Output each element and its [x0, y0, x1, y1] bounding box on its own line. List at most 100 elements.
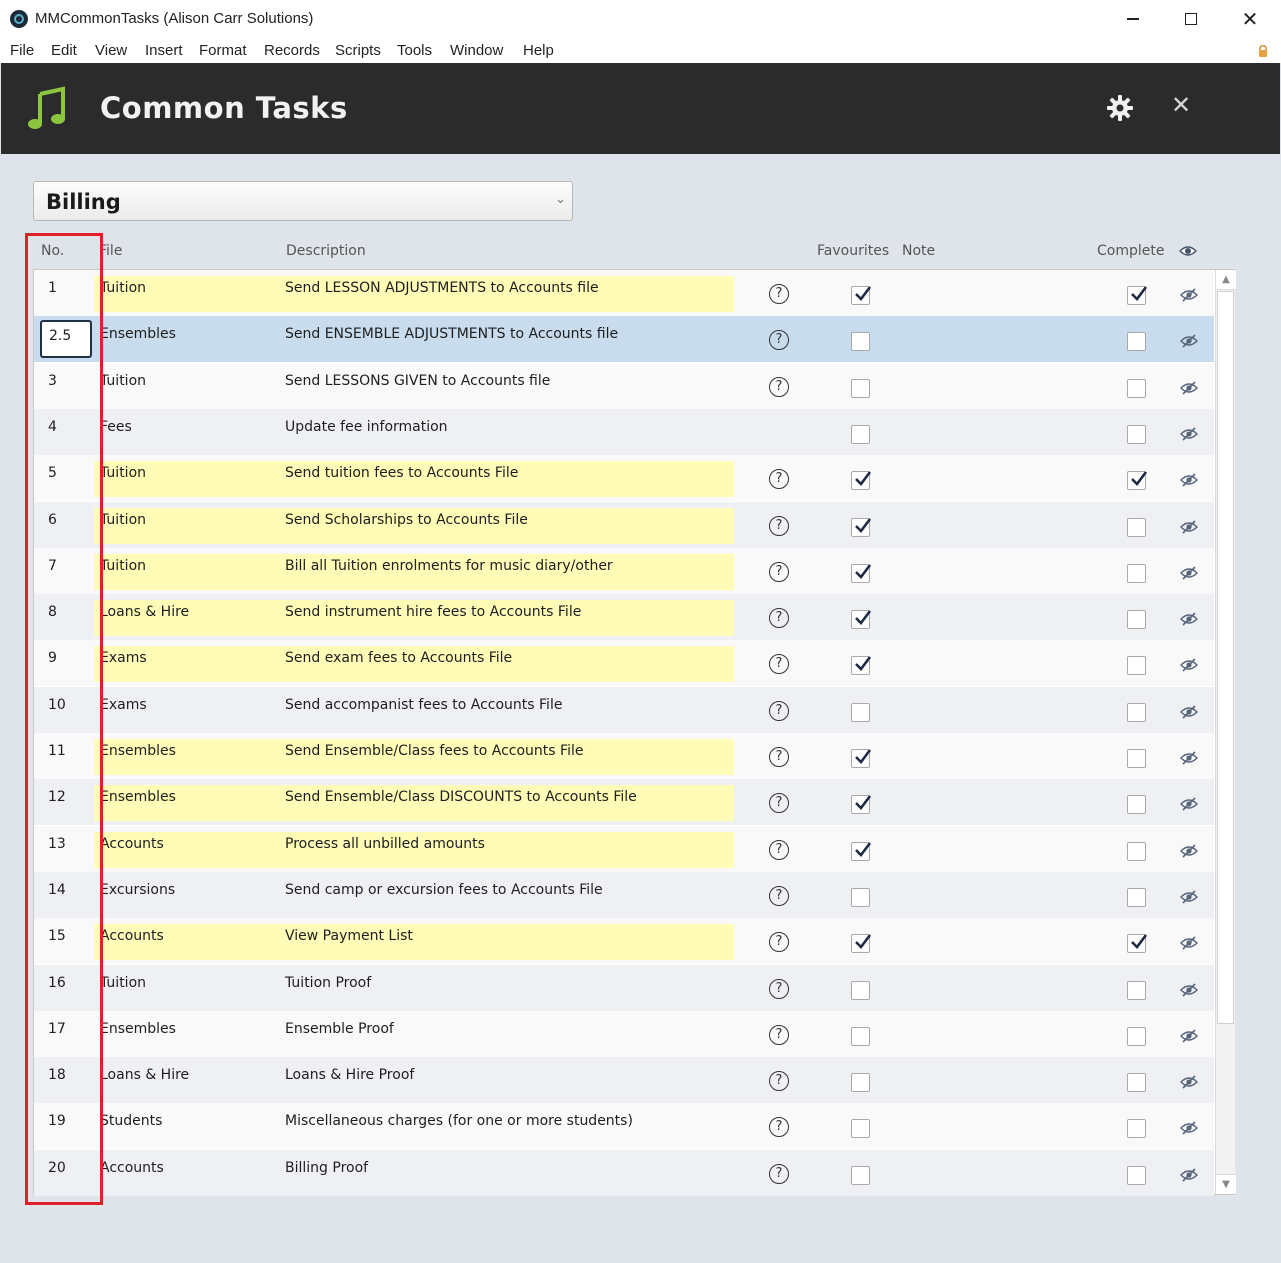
row-number[interactable]: 3	[48, 373, 57, 389]
row-number[interactable]: 9	[48, 650, 57, 666]
eye-slash-icon[interactable]	[1179, 750, 1199, 766]
menu-format[interactable]: Format	[199, 42, 247, 59]
table-row[interactable]: 1 Tuition Send LESSON ADJUSTMENTS to Accou…	[34, 270, 1214, 316]
favourite-checkbox[interactable]	[851, 887, 870, 907]
complete-checkbox[interactable]	[1127, 471, 1148, 491]
help-circle-icon[interactable]: ?	[769, 793, 789, 814]
table-row[interactable]: 15 Accounts View Payment List?	[34, 918, 1214, 965]
help-circle-icon[interactable]: ?	[769, 376, 789, 397]
eye-icon[interactable]	[1179, 244, 1197, 258]
gear-icon[interactable]	[1106, 94, 1134, 122]
row-description[interactable]: Miscellaneous charges (for one or more s…	[285, 1113, 633, 1129]
help-circle-icon[interactable]: ?	[769, 515, 789, 536]
complete-checkbox[interactable]	[1127, 563, 1146, 583]
scroll-down-icon[interactable]: ▼	[1216, 1174, 1236, 1194]
row-description[interactable]: Send Ensemble/Class fees to Accounts Fil…	[285, 743, 583, 759]
favourite-checkbox[interactable]	[851, 1073, 870, 1093]
favourite-checkbox[interactable]	[851, 934, 872, 954]
menu-help[interactable]: Help	[523, 42, 554, 59]
complete-checkbox[interactable]	[1127, 980, 1146, 1000]
menu-window[interactable]: Window	[450, 42, 503, 59]
row-description[interactable]: Send tuition fees to Accounts File	[285, 465, 518, 481]
favourite-checkbox[interactable]	[851, 702, 870, 722]
menu-file[interactable]: File	[10, 42, 34, 59]
favourite-checkbox[interactable]	[851, 795, 872, 815]
favourite-checkbox[interactable]	[851, 563, 872, 583]
scroll-thumb[interactable]	[1217, 291, 1234, 1024]
table-row[interactable]: 16 Tuition Tuition Proof?	[34, 964, 1214, 1011]
eye-slash-icon[interactable]	[1179, 1028, 1199, 1044]
row-number[interactable]: 17	[48, 1021, 66, 1037]
help-circle-icon[interactable]: ?	[769, 469, 789, 490]
eye-slash-icon[interactable]	[1179, 426, 1199, 442]
row-description[interactable]: Send LESSONS GIVEN to Accounts file	[285, 373, 550, 389]
category-select[interactable]: Billing ⌄	[33, 181, 573, 221]
menu-edit[interactable]: Edit	[51, 42, 77, 59]
row-number[interactable]: 4	[48, 419, 57, 435]
favourite-checkbox[interactable]	[851, 1119, 870, 1139]
favourite-checkbox[interactable]	[851, 749, 872, 768]
eye-slash-icon[interactable]	[1179, 889, 1199, 905]
favourite-checkbox[interactable]	[851, 517, 872, 537]
complete-checkbox[interactable]	[1127, 424, 1146, 444]
table-row[interactable]: 3 Tuition Send LESSONS GIVEN to Accounts f…	[34, 362, 1214, 409]
favourite-checkbox[interactable]	[851, 1165, 870, 1185]
complete-checkbox[interactable]	[1127, 887, 1146, 907]
menu-tools[interactable]: Tools	[397, 42, 432, 59]
column-header-complete[interactable]: Complete	[1097, 243, 1164, 259]
complete-checkbox[interactable]	[1127, 656, 1146, 676]
complete-checkbox[interactable]	[1127, 610, 1146, 630]
complete-checkbox[interactable]	[1127, 286, 1148, 305]
row-description[interactable]: Send exam fees to Accounts File	[285, 650, 512, 666]
help-circle-icon[interactable]: ?	[769, 608, 789, 629]
column-header-favourites[interactable]: Favourites	[817, 243, 889, 259]
eye-slash-icon[interactable]	[1179, 982, 1199, 998]
close-icon[interactable]: ✕	[1171, 93, 1191, 117]
complete-checkbox[interactable]	[1127, 378, 1146, 398]
row-description[interactable]: Send Ensemble/Class DISCOUNTS to Account…	[285, 789, 637, 805]
eye-slash-icon[interactable]	[1179, 657, 1199, 673]
eye-slash-icon[interactable]	[1179, 704, 1199, 720]
eye-slash-icon[interactable]	[1179, 519, 1199, 535]
table-row[interactable]: 20 Accounts Billing Proof?	[34, 1149, 1214, 1196]
table-row[interactable]: 4 Fees Update fee information	[34, 408, 1214, 455]
table-row[interactable]: 14 Excursions Send camp or excursion fees …	[34, 871, 1214, 918]
menu-records[interactable]: Records	[264, 42, 320, 59]
complete-checkbox[interactable]	[1127, 1165, 1146, 1185]
menu-scripts[interactable]: Scripts	[335, 42, 381, 59]
table-row[interactable]: 19 Students Miscellaneous charges (for one…	[34, 1103, 1214, 1150]
help-circle-icon[interactable]: ?	[769, 1117, 789, 1138]
table-row[interactable]: 5 Tuition Send tuition fees to Accounts Fi…	[34, 455, 1214, 502]
row-description[interactable]: Send instrument hire fees to Accounts Fi…	[285, 604, 581, 620]
help-circle-icon[interactable]: ?	[769, 978, 789, 999]
minimize-button[interactable]	[1104, 0, 1162, 38]
help-circle-icon[interactable]: ?	[769, 330, 789, 351]
complete-checkbox[interactable]	[1127, 841, 1146, 861]
favourite-checkbox[interactable]	[851, 980, 870, 1000]
vertical-scrollbar[interactable]: ▲ ▼	[1215, 270, 1236, 1194]
row-description[interactable]: Process all unbilled amounts	[285, 836, 485, 852]
column-header-no[interactable]: No.	[41, 243, 64, 259]
eye-slash-icon[interactable]	[1179, 1074, 1199, 1090]
row-number[interactable]: 7	[48, 558, 57, 574]
row-number[interactable]: 12	[48, 789, 66, 805]
row-number-input[interactable]: 2.5	[40, 320, 92, 359]
row-number[interactable]: 20	[48, 1160, 66, 1176]
row-number[interactable]: 19	[48, 1113, 66, 1129]
table-row[interactable]: 11 Ensembles Send Ensemble/Class fees to A…	[34, 733, 1214, 779]
favourite-checkbox[interactable]	[851, 332, 870, 352]
menu-view[interactable]: View	[95, 42, 127, 59]
help-circle-icon[interactable]: ?	[769, 284, 789, 304]
eye-slash-icon[interactable]	[1179, 287, 1199, 303]
column-header-file[interactable]: File	[99, 243, 122, 259]
row-description[interactable]: Send Scholarships to Accounts File	[285, 512, 528, 528]
row-description[interactable]: Bill all Tuition enrolments for music di…	[285, 558, 613, 574]
row-description[interactable]: Send camp or excursion fees to Accounts …	[285, 882, 603, 898]
eye-slash-icon[interactable]	[1179, 796, 1199, 812]
row-number[interactable]: 5	[48, 465, 57, 481]
row-number[interactable]: 13	[48, 836, 66, 852]
table-row[interactable]: 9 Exams Send exam fees to Accounts File?	[34, 640, 1214, 687]
favourite-checkbox[interactable]	[851, 424, 870, 444]
complete-checkbox[interactable]	[1127, 702, 1146, 722]
help-circle-icon[interactable]: ?	[769, 1024, 789, 1045]
